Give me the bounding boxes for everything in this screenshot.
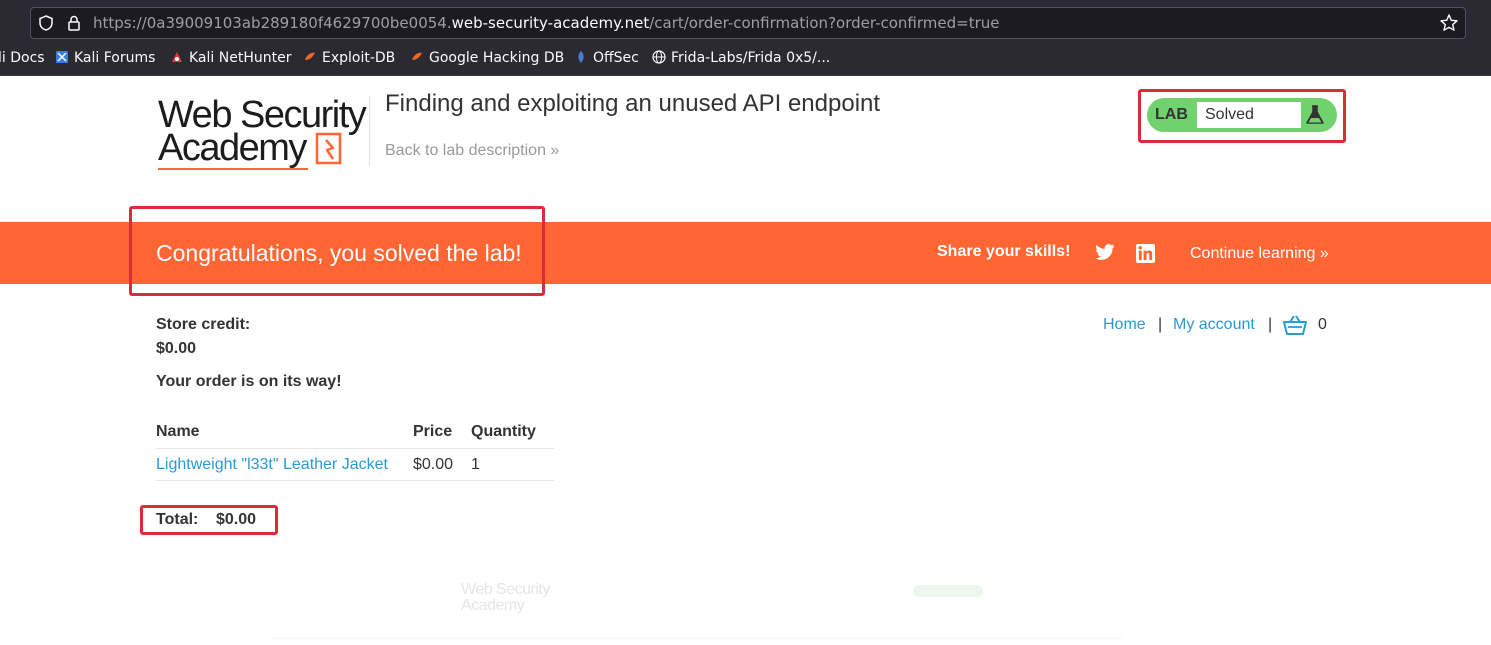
lock-icon[interactable]: [65, 14, 83, 32]
store-credit-label: Store credit:: [156, 316, 251, 333]
bookmark-exploit-db[interactable]: Exploit-DB: [303, 50, 395, 66]
highlight-box-congratulations: [129, 206, 545, 296]
bookmarks-bar: li Docs Kali Forums Kali NetHunter Explo…: [0, 44, 1491, 76]
url-prefix: https://0a39009103ab289180f4629700be0054…: [93, 14, 452, 32]
bookmark-label: li Docs: [0, 50, 45, 66]
faded-footer-logo: Web Security Academy: [461, 581, 550, 614]
address-bar[interactable]: https://0a39009103ab289180f4629700be0054…: [30, 7, 1466, 39]
table-divider: [156, 480, 554, 481]
logo-bolt-icon: [315, 132, 342, 165]
twitter-icon[interactable]: [1095, 243, 1115, 261]
bookmark-kali-nethunter[interactable]: Kali NetHunter: [170, 50, 291, 66]
column-header-name: Name: [156, 423, 200, 440]
bookmark-kali-forums[interactable]: Kali Forums: [55, 50, 155, 66]
nav-separator: |: [1268, 316, 1273, 333]
logo-underline: [158, 168, 308, 170]
footer-divider: [272, 638, 1122, 639]
table-row-quantity: 1: [471, 456, 480, 473]
linkedin-icon[interactable]: [1136, 244, 1155, 263]
globe-icon: [652, 50, 666, 64]
bookmark-google-hacking-db[interactable]: Google Hacking DB: [410, 50, 564, 66]
store-credit-value: $0.00: [156, 340, 197, 357]
kali-nethunter-icon: [172, 52, 182, 62]
product-link[interactable]: Lightweight "l33t" Leather Jacket: [156, 456, 388, 473]
table-divider: [156, 448, 554, 449]
bookmark-label: Frida-Labs/Frida 0x5/...: [671, 50, 831, 66]
bookmark-star-icon[interactable]: [1439, 13, 1459, 33]
column-header-price: Price: [413, 423, 453, 440]
table-row-price: $0.00: [413, 456, 454, 473]
share-skills-label: Share your skills!: [937, 243, 1071, 260]
bookmark-frida-labs[interactable]: Frida-Labs/Frida 0x5/...: [652, 50, 830, 66]
logo-line-2: Academy: [158, 127, 307, 169]
header-divider: [369, 96, 370, 166]
ghdb-icon: [412, 52, 422, 60]
table-row-product-name: Lightweight "l33t" Leather Jacket: [156, 456, 388, 474]
bookmark-label: OffSec: [593, 50, 639, 66]
bookmark-kali-docs[interactable]: li Docs: [0, 50, 45, 66]
bookmark-label: Exploit-DB: [322, 50, 396, 66]
shield-icon[interactable]: [37, 14, 55, 32]
exploit-db-icon: [305, 52, 315, 60]
continue-learning-link[interactable]: Continue learning »: [1190, 245, 1329, 263]
shopping-basket-icon[interactable]: [1283, 315, 1307, 336]
web-security-academy-logo[interactable]: Web Security Academy: [158, 94, 368, 174]
faded-footer-badge: [913, 585, 983, 597]
highlight-box-lab-status: [1138, 89, 1346, 143]
order-confirmation-message: Your order is on its way!: [156, 373, 342, 390]
nav-my-account-link[interactable]: My account: [1173, 316, 1255, 334]
nav-home-link[interactable]: Home: [1103, 316, 1146, 334]
url-text[interactable]: https://0a39009103ab289180f4629700be0054…: [93, 14, 999, 32]
highlight-box-total: [140, 505, 278, 535]
offsec-icon: [578, 51, 584, 63]
lab-title: Finding and exploiting an unused API end…: [385, 90, 881, 117]
cart-count: 0: [1318, 316, 1327, 333]
bookmark-label: Kali Forums: [74, 50, 156, 66]
column-header-quantity: Quantity: [471, 423, 536, 440]
url-path: /cart/order-confirmation?order-confirmed…: [649, 14, 1000, 32]
url-domain: web-security-academy.net: [451, 14, 650, 32]
nav-separator: |: [1158, 316, 1163, 333]
kali-forums-icon: [56, 51, 68, 63]
bookmark-label: Kali NetHunter: [189, 50, 292, 66]
browser-toolbar: https://0a39009103ab289180f4629700be0054…: [0, 0, 1491, 44]
bookmark-label: Google Hacking DB: [429, 50, 565, 66]
back-to-lab-description-link[interactable]: Back to lab description »: [385, 142, 559, 160]
bookmark-offsec[interactable]: OffSec: [574, 50, 639, 66]
